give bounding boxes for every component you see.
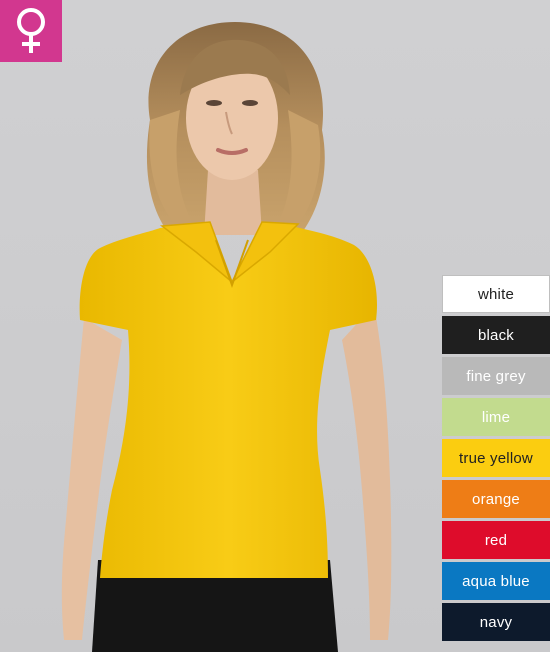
color-swatch-lime[interactable]: lime	[442, 398, 550, 436]
swatch-label: navy	[479, 613, 513, 631]
swatch-label: aqua blue	[462, 572, 530, 590]
color-swatch-navy[interactable]: navy	[442, 603, 550, 641]
swatch-label: red	[484, 531, 508, 549]
female-badge	[0, 0, 62, 62]
color-swatch-list: white black fine grey lime true yellow o…	[442, 275, 550, 641]
color-swatch-white[interactable]: white	[442, 275, 550, 313]
product-view: white black fine grey lime true yellow o…	[0, 0, 550, 652]
female-symbol-icon	[17, 8, 45, 53]
color-swatch-black[interactable]: black	[442, 316, 550, 354]
swatch-label: fine grey	[466, 367, 526, 385]
color-swatch-true-yellow[interactable]: true yellow	[442, 439, 550, 477]
swatch-label: white	[477, 285, 515, 303]
swatch-label: lime	[481, 408, 511, 426]
swatch-label: true yellow	[459, 449, 533, 467]
color-swatch-orange[interactable]: orange	[442, 480, 550, 518]
color-swatch-aqua-blue[interactable]: aqua blue	[442, 562, 550, 600]
swatch-label: orange	[472, 490, 520, 508]
color-swatch-red[interactable]: red	[442, 521, 550, 559]
color-swatch-fine-grey[interactable]: fine grey	[442, 357, 550, 395]
swatch-label: black	[477, 326, 515, 344]
